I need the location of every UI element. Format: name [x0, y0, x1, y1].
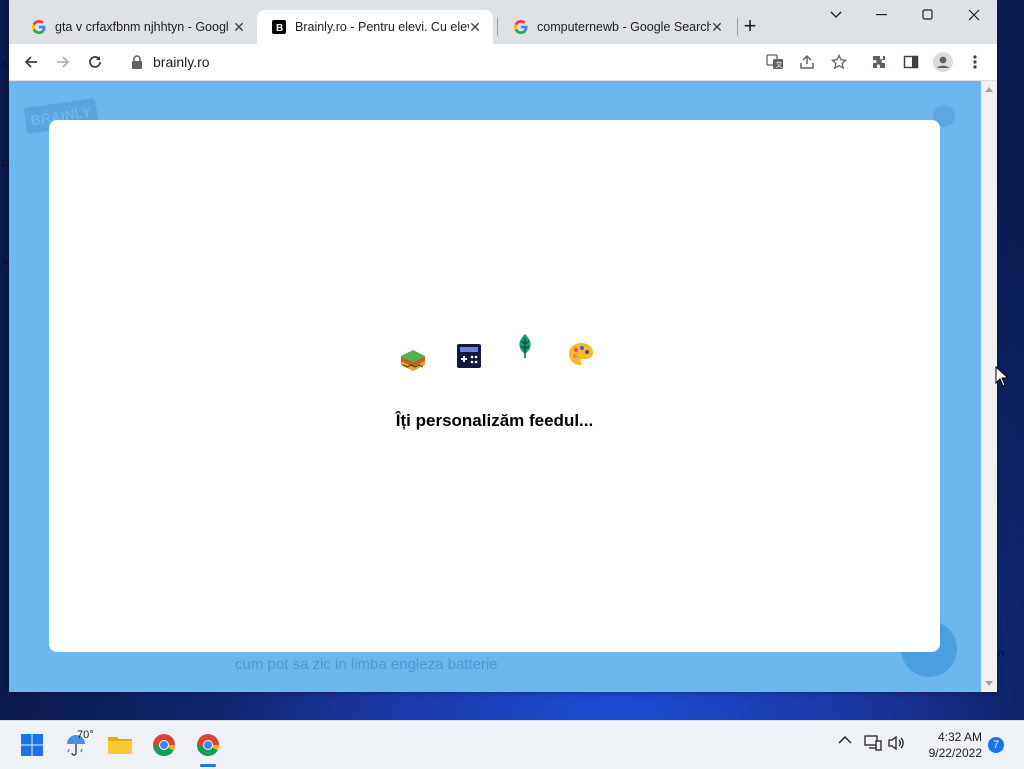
translate-icon[interactable]: 文	[761, 48, 789, 76]
browser-toolbar: brainly.ro 文	[9, 44, 997, 81]
tab-brainly[interactable]: B Brainly.ro - Pentru elevi. Cu elevi. ✕	[257, 10, 493, 44]
close-tab-icon[interactable]: ✕	[231, 19, 247, 35]
more-menu-icon[interactable]	[961, 48, 989, 76]
geography-layers-icon	[401, 350, 425, 371]
volume-icon[interactable]	[888, 735, 906, 751]
new-tab-button[interactable]: +	[737, 14, 763, 40]
scroll-down-arrow[interactable]	[985, 681, 993, 686]
system-clock[interactable]: 4:32 AM 9/22/2022	[912, 729, 982, 761]
clock-date: 9/22/2022	[928, 746, 982, 760]
page-content: BRAINLY cum pot sa zic in limba engleza …	[9, 81, 981, 692]
taskbar: 70° 4:32 AM 9/22/2022 7	[0, 720, 1024, 769]
svg-text:B: B	[276, 23, 283, 34]
desktop-icon-label: n	[998, 648, 1005, 660]
minimize-button[interactable]	[859, 4, 905, 26]
calculator-icon	[457, 344, 481, 368]
weather-temperature: 70°	[77, 729, 94, 741]
active-app-indicator	[200, 764, 216, 767]
reload-button[interactable]	[81, 48, 109, 76]
forward-button[interactable]	[49, 48, 77, 76]
loading-message: Îți personalizăm feedul...	[395, 411, 594, 430]
side-panel-icon[interactable]	[897, 48, 925, 76]
tab-title: Brainly.ro - Pentru elevi. Cu elevi.	[295, 20, 469, 34]
leaf-icon	[519, 334, 531, 358]
address-bar[interactable]: brainly.ro	[117, 47, 857, 77]
show-hidden-icons-button[interactable]	[838, 735, 852, 745]
bookmark-star-icon[interactable]	[825, 48, 853, 76]
svg-text:文: 文	[776, 60, 783, 69]
google-g-icon	[513, 19, 529, 35]
palette-icon	[569, 343, 593, 365]
tab-title: computernewb - Google Search	[537, 20, 711, 34]
start-icon[interactable]	[16, 729, 48, 761]
browser-window: gta v crfaxfbnm njhhtyn - Google Search …	[9, 0, 997, 692]
tab-google-search-computernewb[interactable]: computernewb - Google Search ✕	[499, 10, 735, 44]
scroll-up-arrow[interactable]	[985, 87, 993, 92]
url-text: brainly.ro	[153, 54, 210, 70]
profile-avatar-icon[interactable]	[929, 48, 957, 76]
chrome-active-icon[interactable]	[192, 729, 224, 761]
loading-modal: Îți personalizăm feedul...	[49, 120, 940, 652]
tab-google-search-gta[interactable]: gta v crfaxfbnm njhhtyn - Google Search …	[17, 10, 257, 44]
tab-separator	[497, 18, 498, 36]
close-tab-icon[interactable]: ✕	[709, 19, 725, 35]
subject-icons	[395, 332, 595, 372]
tab-title: gta v crfaxfbnm njhhtyn - Google Search	[55, 20, 229, 34]
mouse-cursor-icon	[995, 366, 1009, 387]
chrome-icon[interactable]	[148, 729, 180, 761]
file-explorer-icon[interactable]	[104, 729, 136, 761]
tab-strip: gta v crfaxfbnm njhhtyn - Google Search …	[9, 0, 997, 44]
lock-icon[interactable]	[131, 55, 143, 69]
extensions-icon[interactable]	[865, 48, 893, 76]
share-icon[interactable]	[793, 48, 821, 76]
tab-search-button[interactable]	[813, 4, 859, 26]
close-tab-icon[interactable]: ✕	[467, 19, 483, 35]
network-icon[interactable]	[864, 735, 882, 751]
maximize-button[interactable]	[905, 4, 951, 26]
clock-time: 4:32 AM	[937, 730, 982, 744]
close-window-button[interactable]	[951, 4, 997, 26]
back-button[interactable]	[17, 48, 45, 76]
notification-badge[interactable]: 7	[988, 737, 1004, 753]
background-search-text: cum pot sa zic in limba engleza batterie	[235, 656, 498, 673]
google-g-icon	[31, 19, 47, 35]
brainly-b-icon: B	[271, 19, 287, 35]
